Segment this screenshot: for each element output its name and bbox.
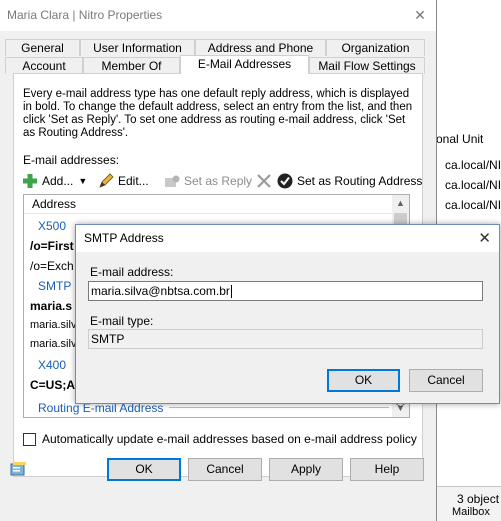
tab-address-and-phone[interactable]: Address and Phone xyxy=(195,39,326,56)
edit-button[interactable]: Edit... xyxy=(98,170,149,192)
tab-email-addresses[interactable]: E-Mail Addresses xyxy=(180,55,309,74)
auto-update-label: Automatically update e-mail addresses ba… xyxy=(42,432,417,446)
set-reply-icon xyxy=(164,173,180,189)
tab-organization[interactable]: Organization xyxy=(326,39,425,56)
ok-button[interactable]: OK xyxy=(107,458,181,481)
list-group-smtp[interactable]: SMTP xyxy=(38,279,71,293)
background-row[interactable]: ca.local/NITI xyxy=(445,198,501,212)
list-item[interactable]: maria.silv xyxy=(30,319,76,331)
modal-cancel-button[interactable]: Cancel xyxy=(409,369,483,392)
list-group-label: X400 xyxy=(38,358,67,372)
email-address-field[interactable]: maria.silva@nbtsa.com.br xyxy=(88,281,483,301)
apply-button[interactable]: Apply xyxy=(269,458,343,481)
list-group-x500[interactable]: X500 xyxy=(38,219,66,233)
email-type-label: E-mail type: xyxy=(90,314,154,328)
edit-label: Edit... xyxy=(118,174,149,188)
auto-update-checkbox[interactable] xyxy=(23,432,36,446)
list-group-x400[interactable]: X400 xyxy=(38,358,66,372)
remove-button[interactable] xyxy=(256,170,276,192)
help-button[interactable]: Help xyxy=(350,458,424,481)
background-column-header[interactable]: onal Unit xyxy=(436,132,501,150)
add-label: Add... xyxy=(42,174,74,188)
modal-ok-button[interactable]: OK xyxy=(327,369,400,392)
add-button[interactable]: Add... ▼ xyxy=(22,170,87,192)
email-type-field: SMTP xyxy=(88,329,483,349)
list-item[interactable]: /o=First xyxy=(30,239,74,253)
set-as-reply-label: Set as Reply xyxy=(184,174,253,188)
set-as-routing-label: Set as Routing Address xyxy=(297,174,423,188)
edit-icon xyxy=(98,173,114,189)
list-item[interactable]: maria.s xyxy=(30,299,72,313)
properties-icon xyxy=(10,461,27,477)
close-icon[interactable]: ✕ xyxy=(478,229,491,247)
dialog-titlebar: Maria Clara | Nitro Properties ✕ xyxy=(0,0,436,31)
list-item[interactable]: /o=Exch xyxy=(30,259,74,273)
background-row[interactable]: ca.local/NITI xyxy=(445,178,501,192)
tab-general[interactable]: General xyxy=(5,39,80,56)
background-row[interactable]: ca.local/NITI xyxy=(445,158,501,172)
modal-title: SMTP Address xyxy=(84,231,164,245)
smtp-address-modal: SMTP Address ✕ E-mail address: maria.sil… xyxy=(75,224,500,404)
email-addresses-label: E-mail addresses: xyxy=(23,153,120,167)
set-as-routing-address-button[interactable]: Set as Routing Address xyxy=(277,170,422,192)
list-item[interactable]: C=US;A xyxy=(30,378,75,392)
routing-check-icon xyxy=(277,173,293,189)
dialog-title: Maria Clara | Nitro Properties xyxy=(7,8,163,22)
remove-icon xyxy=(256,173,272,189)
tab-account[interactable]: Account xyxy=(5,57,83,74)
email-address-value: maria.silva@nbtsa.com.br xyxy=(91,284,230,298)
close-icon[interactable]: ✕ xyxy=(410,6,430,24)
tab-user-information[interactable]: User Information xyxy=(80,39,195,56)
text-caret xyxy=(230,285,232,299)
cancel-button[interactable]: Cancel xyxy=(188,458,262,481)
email-address-label: E-mail address: xyxy=(90,265,174,279)
tab-row-front: Account Member Of E-Mail Addresses Mail … xyxy=(5,55,425,74)
tab-member-of[interactable]: Member Of xyxy=(83,57,180,74)
list-group-label: X500 xyxy=(38,219,67,233)
set-as-reply-button[interactable]: Set as Reply xyxy=(164,170,252,192)
tab-mail-flow-settings[interactable]: Mail Flow Settings xyxy=(309,57,425,74)
tab-row-back: General User Information Address and Pho… xyxy=(5,39,425,56)
auto-update-option[interactable]: Automatically update e-mail addresses ba… xyxy=(23,432,417,446)
chevron-down-icon[interactable]: ▼ xyxy=(78,176,87,186)
page-description: Every e-mail address type has one defaul… xyxy=(23,88,413,139)
list-column-header[interactable]: Address xyxy=(24,195,394,214)
list-group-label: SMTP xyxy=(38,279,72,293)
email-toolbar: Add... ▼ Edit... Set as Reply Set as Rou… xyxy=(22,170,422,192)
background-status-count: 3 object xyxy=(457,492,500,506)
add-icon xyxy=(22,173,38,189)
background-status-sub: Mailbox xyxy=(452,506,490,518)
scroll-up-icon[interactable]: ▲ xyxy=(392,195,409,212)
group-divider xyxy=(169,407,390,408)
list-item[interactable]: maria.silv xyxy=(30,338,76,350)
modal-titlebar: SMTP Address ✕ xyxy=(76,225,499,252)
